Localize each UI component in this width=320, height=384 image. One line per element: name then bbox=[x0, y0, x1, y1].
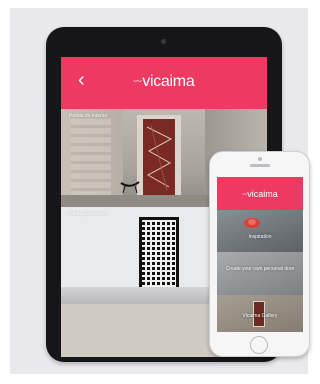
menu-card-create-door[interactable]: Create your own personal door bbox=[217, 252, 303, 295]
camera-icon bbox=[161, 39, 166, 44]
door-pattern-icon bbox=[146, 124, 173, 192]
wall-image bbox=[61, 109, 123, 207]
flower-icon bbox=[244, 218, 260, 228]
home-button[interactable] bbox=[250, 336, 268, 354]
chair-icon bbox=[120, 181, 140, 193]
logo-text: vicaima bbox=[142, 73, 195, 90]
brand-logo: 〰vicaima bbox=[217, 189, 303, 199]
phone-device: 〰vicaima Inspiration Create your own per… bbox=[209, 151, 310, 357]
card-label: Inspiration bbox=[248, 234, 272, 240]
logo-mark-icon: 〰 bbox=[133, 77, 142, 87]
menu-card-inspiration[interactable]: Inspiration bbox=[217, 210, 303, 252]
logo-text: vicaima bbox=[247, 189, 278, 199]
camera-icon bbox=[258, 157, 262, 161]
lattice-door-image bbox=[142, 220, 176, 292]
card-label: Vicaima Gallery bbox=[242, 313, 278, 319]
speaker-icon bbox=[250, 164, 270, 167]
phone-header: 〰vicaima bbox=[217, 177, 303, 210]
card-label: Create your own personal door bbox=[225, 266, 295, 272]
tablet-header: ‹ 〰vicaima bbox=[61, 57, 267, 109]
brand-logo: 〰vicaima bbox=[61, 73, 267, 91]
phone-screen: 〰vicaima Inspiration Create your own per… bbox=[217, 177, 303, 332]
card-label: Portas Exteriores bbox=[69, 211, 108, 217]
menu-card-gallery[interactable]: Vicaima Gallery bbox=[217, 295, 303, 332]
card-label: Portas de Interior bbox=[69, 113, 108, 119]
